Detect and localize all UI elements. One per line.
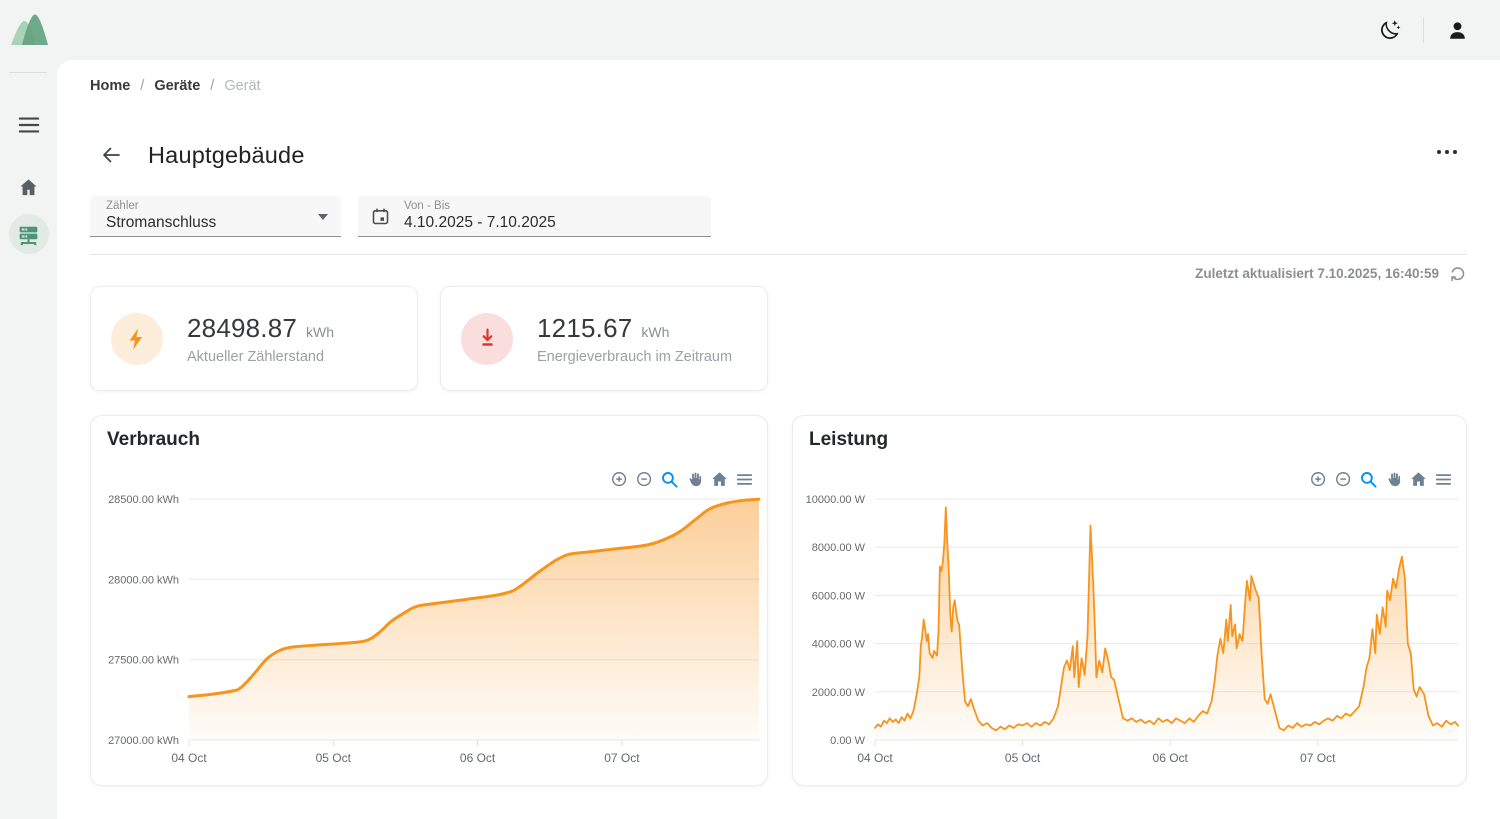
stats-row: 28498.87 kWh Aktueller Zählerstand 1215.… <box>90 286 1467 391</box>
pan-icon[interactable] <box>1382 468 1404 490</box>
main-panel: Home / Geräte / Gerät Hauptgebäude Zähle… <box>57 60 1500 819</box>
svg-text:04 Oct: 04 Oct <box>857 751 893 765</box>
breadcrumb-separator: / <box>210 78 214 94</box>
svg-text:05 Oct: 05 Oct <box>1005 751 1041 765</box>
filter-row: Zähler Stromanschluss Von - Bis 4.10.202… <box>90 196 1467 237</box>
svg-text:2000.00 W: 2000.00 W <box>812 687 866 699</box>
svg-text:07 Oct: 07 Oct <box>604 751 640 765</box>
last-updated-text: Zuletzt aktualisiert 7.10.2025, 16:40:59 <box>1195 266 1439 281</box>
date-range-field[interactable]: Von - Bis 4.10.2025 - 7.10.2025 <box>358 196 711 237</box>
svg-text:8000.00 W: 8000.00 W <box>812 542 866 554</box>
topbar <box>0 0 1500 60</box>
breadcrumb-separator: / <box>140 78 144 94</box>
updated-row: Zuletzt aktualisiert 7.10.2025, 16:40:59 <box>90 263 1467 283</box>
charts-row: Verbrauch 28500.00 kWh 28000.00 kWh 27500.… <box>90 415 1467 786</box>
zoom-out-icon[interactable] <box>1332 468 1354 490</box>
leistung-chart[interactable]: 10000.00 W 8000.00 W 6000.00 W 4000.00 W 200… <box>793 490 1466 772</box>
sidebar-active-indicator <box>9 214 49 254</box>
svg-text:28500.00 kWh: 28500.00 kWh <box>108 494 179 506</box>
meter-select-label: Zähler <box>106 200 307 213</box>
svg-text:4000.00 W: 4000.00 W <box>812 639 866 651</box>
selection-zoom-icon[interactable] <box>658 468 680 490</box>
sidebar-divider <box>9 72 47 73</box>
reset-zoom-home-icon[interactable] <box>708 468 730 490</box>
breadcrumb: Home / Geräte / Gerät <box>90 78 1467 94</box>
meter-reading-value: 28498.87 <box>187 313 297 344</box>
bolt-icon <box>111 313 163 365</box>
svg-text:27000.00 kWh: 27000.00 kWh <box>108 735 179 747</box>
app-logo[interactable] <box>9 9 49 49</box>
chart-title-verbrauch: Verbrauch <box>107 429 200 451</box>
leistung-chart-card: Leistung 10000.00 W 8000.00 W 6000.00 W 400… <box>792 415 1467 786</box>
download-icon <box>461 313 513 365</box>
more-options-icon[interactable] <box>1433 146 1461 158</box>
meter-reading-unit: kWh <box>306 324 334 340</box>
topbar-divider <box>1423 17 1424 43</box>
svg-text:04 Oct: 04 Oct <box>171 751 207 765</box>
chart-menu-icon[interactable] <box>1432 468 1454 490</box>
pan-icon[interactable] <box>683 468 705 490</box>
chart-title-leistung: Leistung <box>809 429 888 451</box>
svg-text:28000.00 kWh: 28000.00 kWh <box>108 574 179 586</box>
sidebar-item-home[interactable] <box>0 176 57 199</box>
svg-text:05 Oct: 05 Oct <box>316 751 352 765</box>
meter-select-value: Stromanschluss <box>106 213 307 233</box>
reset-zoom-home-icon[interactable] <box>1407 468 1429 490</box>
verbrauch-chart[interactable]: 28500.00 kWh 28000.00 kWh 27500.00 kWh 2700… <box>91 490 767 772</box>
svg-text:10000.00 W: 10000.00 W <box>806 494 866 506</box>
stat-card-meter-reading: 28498.87 kWh Aktueller Zählerstand <box>90 286 418 391</box>
svg-text:6000.00 W: 6000.00 W <box>812 590 866 602</box>
energy-consumption-value: 1215.67 <box>537 313 632 344</box>
section-divider <box>90 254 1467 255</box>
title-row: Hauptgebäude <box>90 136 1467 174</box>
breadcrumb-current: Gerät <box>224 78 260 94</box>
meter-reading-label: Aktueller Zählerstand <box>187 349 334 365</box>
sidebar-item-devices[interactable] <box>0 214 57 254</box>
user-account-icon[interactable] <box>1440 13 1474 47</box>
svg-text:06 Oct: 06 Oct <box>1153 751 1189 765</box>
zoom-out-icon[interactable] <box>633 468 655 490</box>
zoom-in-icon[interactable] <box>608 468 630 490</box>
selection-zoom-icon[interactable] <box>1357 468 1379 490</box>
breadcrumb-home[interactable]: Home <box>90 78 130 94</box>
chevron-down-icon <box>318 214 328 220</box>
stat-card-energy-consumption: 1215.67 kWh Energieverbrauch im Zeitraum <box>440 286 768 391</box>
energy-consumption-unit: kWh <box>641 324 669 340</box>
sidebar <box>0 60 57 819</box>
chart-toolbar <box>608 468 755 490</box>
menu-toggle-button[interactable] <box>0 115 57 135</box>
svg-text:07 Oct: 07 Oct <box>1300 751 1336 765</box>
date-range-label: Von - Bis <box>404 200 695 213</box>
breadcrumb-geraete[interactable]: Geräte <box>154 78 200 94</box>
date-range-value: 4.10.2025 - 7.10.2025 <box>404 213 695 233</box>
page-title: Hauptgebäude <box>148 142 305 169</box>
svg-text:27500.00 kWh: 27500.00 kWh <box>108 655 179 667</box>
dark-mode-toggle-moon-icon[interactable] <box>1373 13 1407 47</box>
svg-text:0.00 W: 0.00 W <box>830 735 865 747</box>
verbrauch-chart-card: Verbrauch 28500.00 kWh 28000.00 kWh 27500.… <box>90 415 768 786</box>
chart-menu-icon[interactable] <box>733 468 755 490</box>
energy-consumption-label: Energieverbrauch im Zeitraum <box>537 349 732 365</box>
chart-toolbar <box>1307 468 1454 490</box>
back-arrow-button[interactable] <box>94 138 128 172</box>
zoom-in-icon[interactable] <box>1307 468 1329 490</box>
calendar-icon <box>370 206 391 232</box>
svg-text:06 Oct: 06 Oct <box>460 751 496 765</box>
meter-select[interactable]: Zähler Stromanschluss <box>90 196 341 237</box>
refresh-icon[interactable] <box>1447 263 1467 283</box>
